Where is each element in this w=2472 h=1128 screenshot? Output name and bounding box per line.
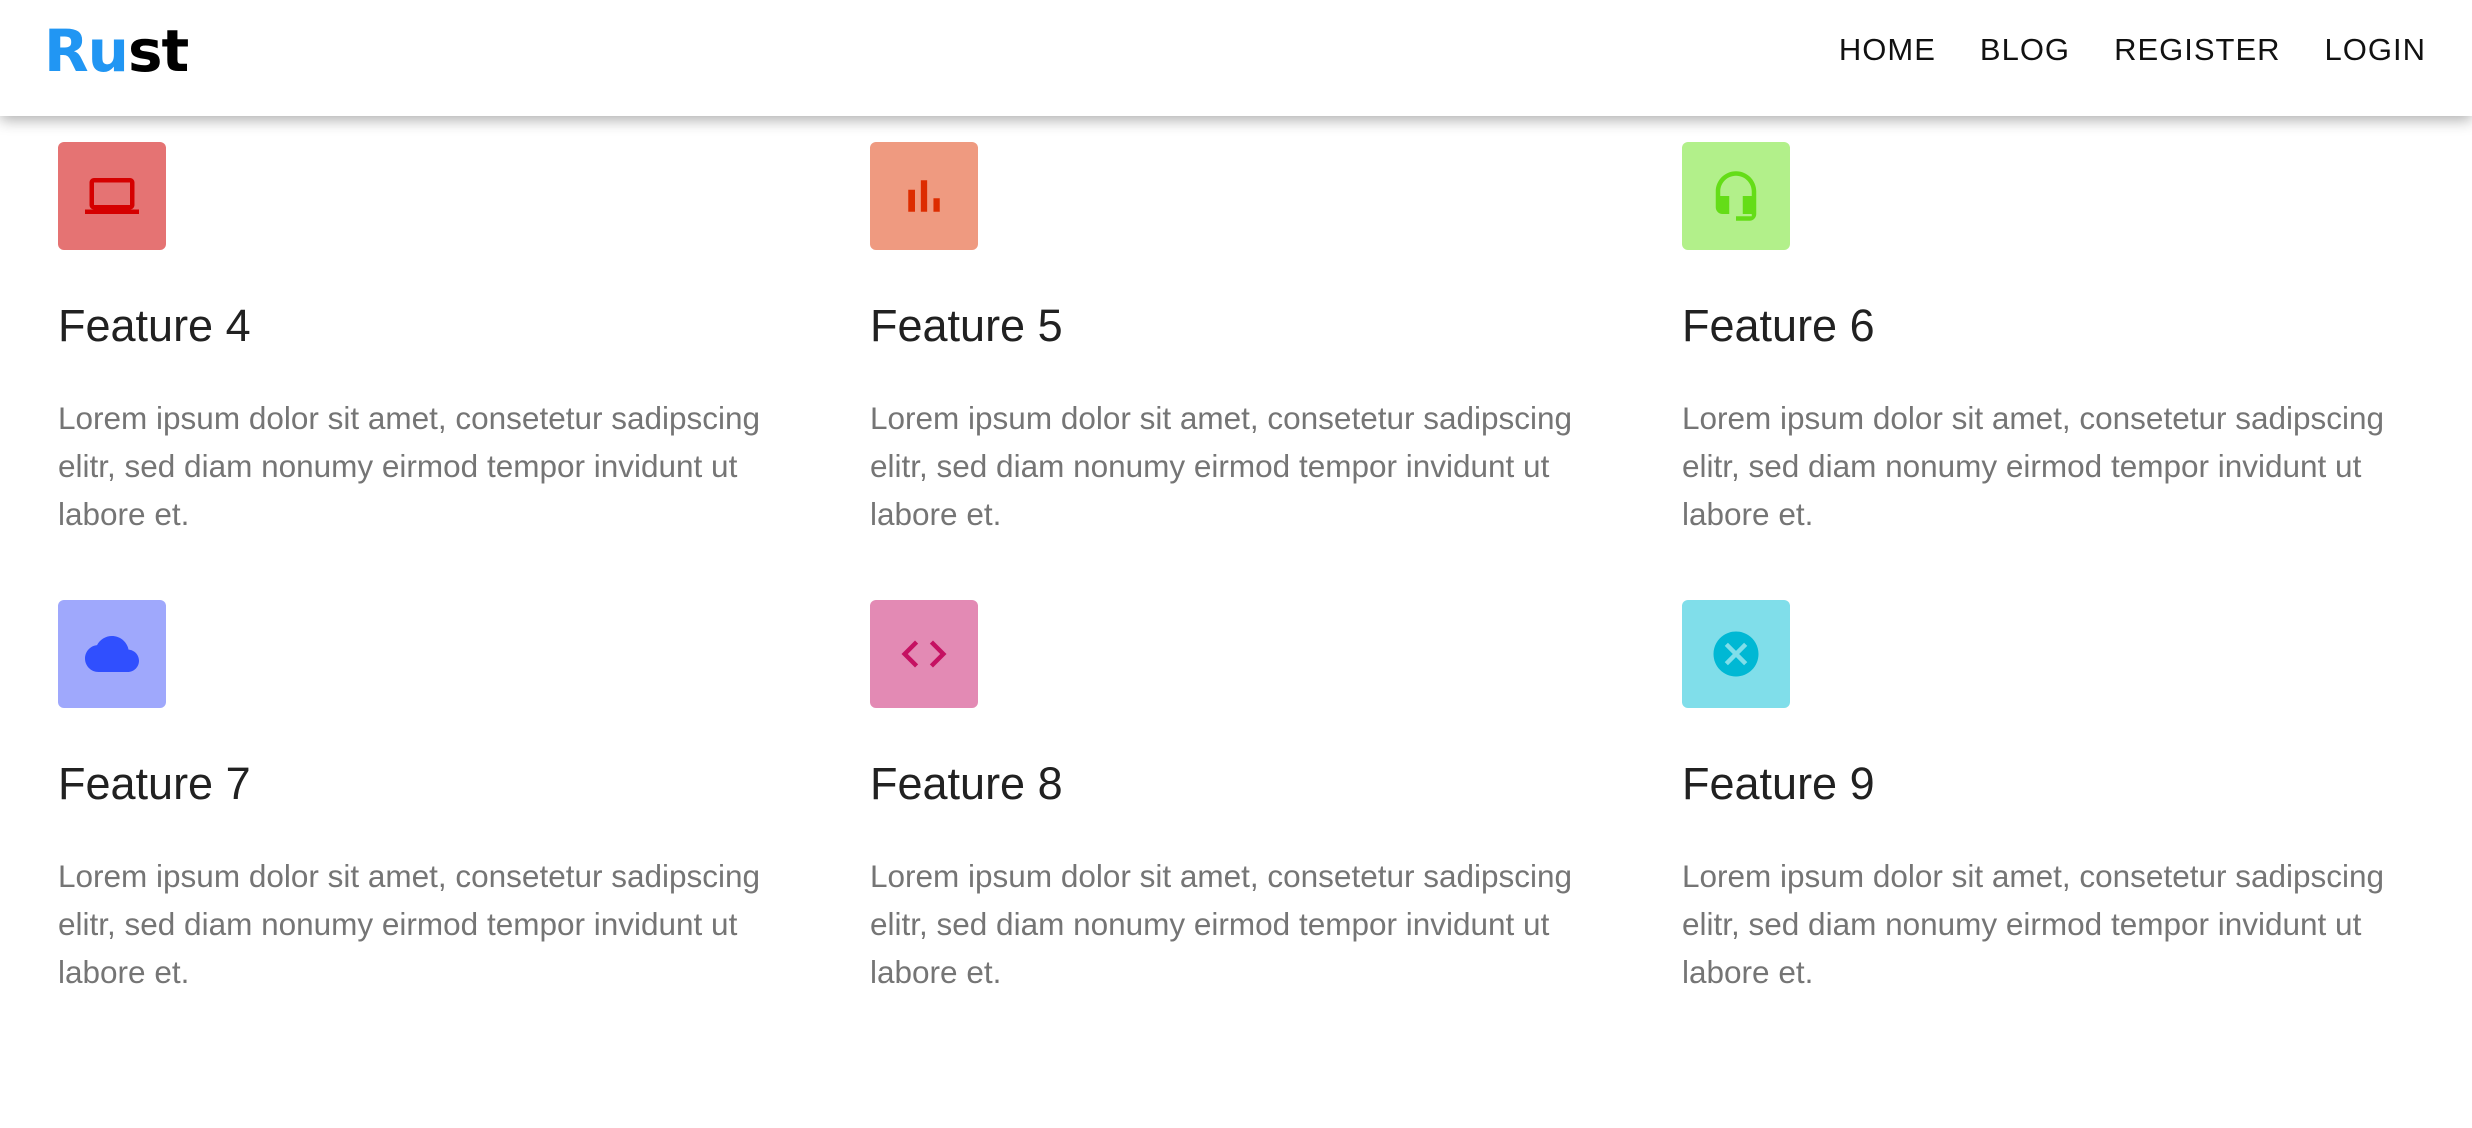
feature-card: Feature 9 Lorem ipsum dolor sit amet, co… (1682, 600, 2428, 1058)
main-nav: HOME BLOG REGISTER LOGIN (1839, 0, 2426, 100)
feature-title: Feature 7 (58, 758, 251, 809)
feature-icon-box (1682, 600, 1790, 708)
headset-icon (1715, 171, 1757, 221)
cancel-icon (1713, 631, 1759, 677)
feature-card: Feature 6 Lorem ipsum dolor sit amet, co… (1682, 142, 2428, 600)
nav-link-blog[interactable]: BLOG (1980, 32, 2070, 68)
feature-icon-box (58, 142, 166, 250)
feature-icon-box (870, 142, 978, 250)
features-grid: Feature 4 Lorem ipsum dolor sit amet, co… (58, 142, 2428, 1058)
cloud-icon (85, 636, 139, 672)
feature-icon-box (58, 600, 166, 708)
feature-card: Feature 8 Lorem ipsum dolor sit amet, co… (870, 600, 1682, 1058)
laptop-icon (85, 178, 139, 214)
feature-title: Feature 9 (1682, 758, 1875, 809)
feature-icon-box (870, 600, 978, 708)
nav-link-home[interactable]: HOME (1839, 32, 1936, 68)
nav-link-login[interactable]: LOGIN (2325, 32, 2426, 68)
feature-description: Lorem ipsum dolor sit amet, consetetur s… (870, 858, 1573, 990)
feature-card: Feature 5 Lorem ipsum dolor sit amet, co… (870, 142, 1682, 600)
navbar: Rust HOME BLOG REGISTER LOGIN (0, 0, 2472, 116)
code-icon (901, 640, 947, 668)
feature-title: Feature 8 (870, 758, 1063, 809)
feature-title: Feature 5 (870, 300, 1063, 351)
feature-description: Lorem ipsum dolor sit amet, consetetur s… (1682, 400, 2385, 532)
logo-text-part1: Ru (44, 17, 129, 85)
feature-description: Lorem ipsum dolor sit amet, consetetur s… (1682, 858, 2385, 990)
logo-text-part2: st (127, 17, 189, 85)
feature-description: Lorem ipsum dolor sit amet, consetetur s… (58, 858, 761, 990)
feature-card: Feature 4 Lorem ipsum dolor sit amet, co… (58, 142, 870, 600)
brand-logo[interactable]: Rust (44, 17, 189, 85)
feature-title: Feature 4 (58, 300, 251, 351)
feature-icon-box (1682, 142, 1790, 250)
feature-description: Lorem ipsum dolor sit amet, consetetur s… (870, 400, 1573, 532)
feature-card: Feature 7 Lorem ipsum dolor sit amet, co… (58, 600, 870, 1058)
feature-title: Feature 6 (1682, 300, 1875, 351)
bar-chart-icon (908, 180, 940, 212)
nav-link-register[interactable]: REGISTER (2114, 32, 2280, 68)
feature-description: Lorem ipsum dolor sit amet, consetetur s… (58, 400, 761, 532)
